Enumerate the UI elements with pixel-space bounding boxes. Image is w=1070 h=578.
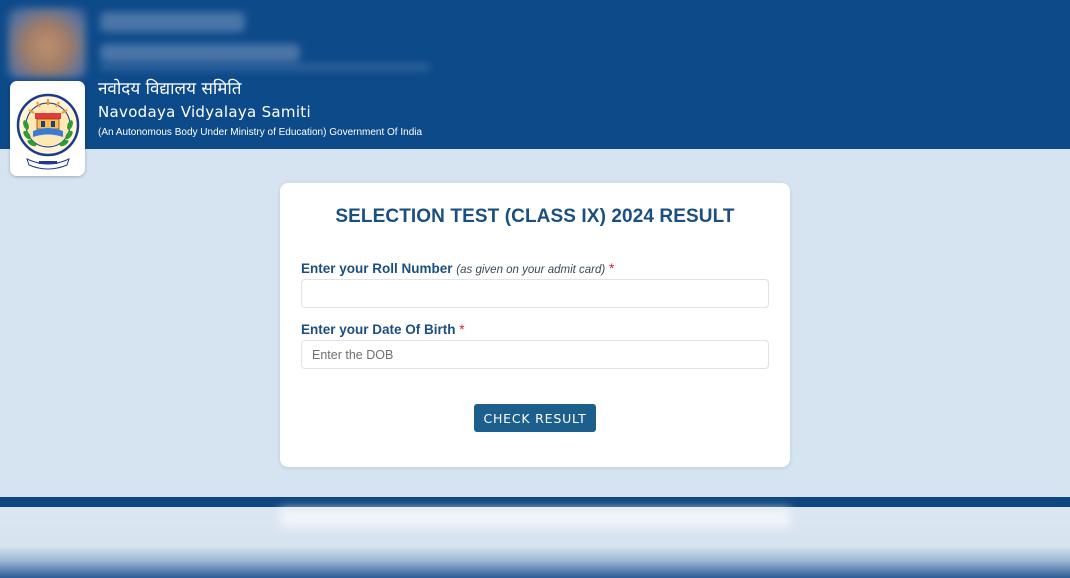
blurred-footer-content <box>280 509 790 527</box>
check-result-button[interactable]: CHECK RESULT <box>474 404 596 432</box>
blurred-background-text <box>100 64 430 70</box>
blurred-background-text <box>100 12 245 32</box>
site-header: नवोदय विद्यालय समिति Navodaya Vidyalaya … <box>0 0 1070 149</box>
org-name-english: Navodaya Vidyalaya Samiti <box>98 103 311 121</box>
dob-label: Enter your Date Of Birth * <box>301 322 465 337</box>
roll-number-label: Enter your Roll Number (as given on your… <box>301 261 614 276</box>
roll-number-hint: (as given on your admit card) <box>456 264 606 276</box>
header-branding: नवोदय विद्यालय समिति Navodaya Vidyalaya … <box>98 78 422 140</box>
footer-area <box>0 507 1070 578</box>
nvs-emblem-icon <box>16 93 79 169</box>
result-form-card: SELECTION TEST (CLASS IX) 2024 RESULT En… <box>280 183 790 467</box>
nvs-logo[interactable] <box>10 81 85 176</box>
blurred-background-logo <box>8 8 86 78</box>
required-marker: * <box>609 261 615 276</box>
footer-band <box>0 497 1070 507</box>
org-subtitle: (An Autonomous Body Under Ministry of Ed… <box>98 127 423 138</box>
roll-number-label-text: Enter your Roll Number <box>301 261 453 276</box>
org-name-hindi: नवोदय विद्यालय समिति <box>98 79 242 99</box>
required-marker: * <box>459 322 465 337</box>
roll-number-input[interactable] <box>301 279 769 308</box>
dob-input[interactable] <box>301 340 769 369</box>
blurred-background-text <box>100 44 300 62</box>
form-title: SELECTION TEST (CLASS IX) 2024 RESULT <box>335 206 735 227</box>
dob-label-text: Enter your Date Of Birth <box>301 322 456 337</box>
